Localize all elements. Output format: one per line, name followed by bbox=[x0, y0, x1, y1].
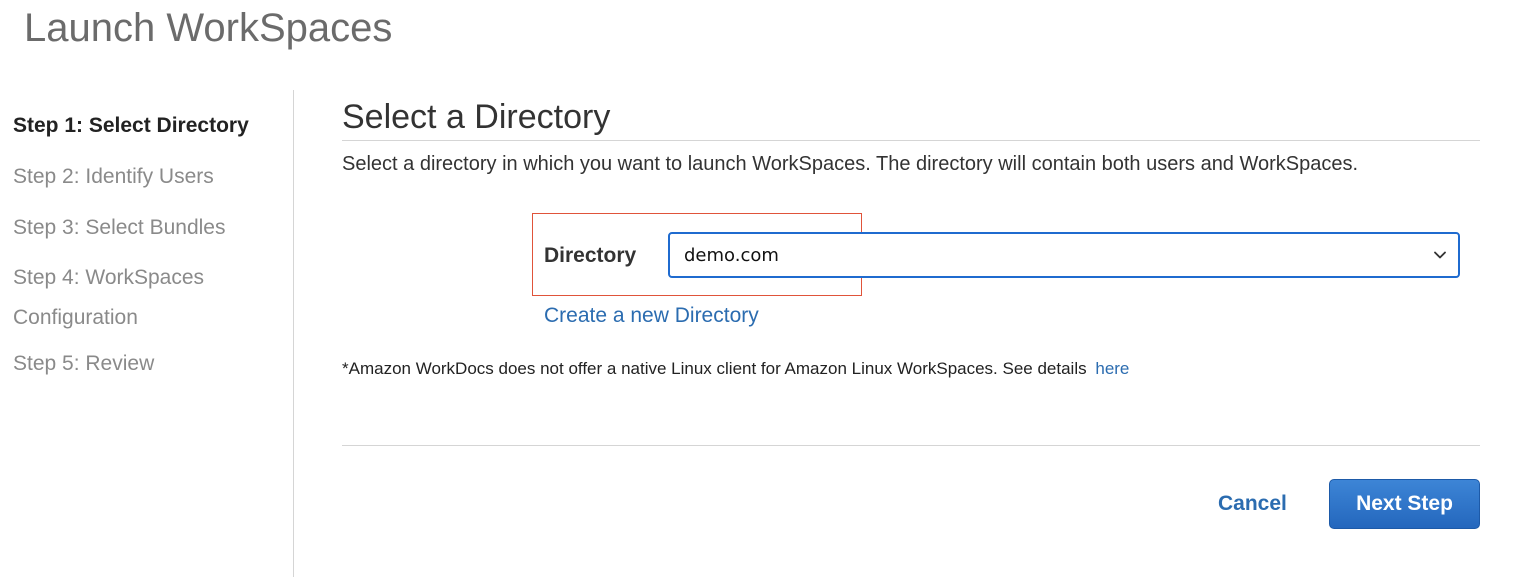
details-here-link[interactable]: here bbox=[1095, 359, 1129, 378]
directory-label: Directory bbox=[544, 244, 637, 267]
step-1-label: Step 1: Select Directory bbox=[13, 114, 249, 137]
launch-workspaces-page: Launch WorkSpaces Step 1: Select Directo… bbox=[0, 0, 1536, 577]
wizard-steps: Step 1: Select Directory Step 2: Identif… bbox=[13, 100, 289, 389]
step-5: Step 5: Review bbox=[13, 338, 289, 389]
step-5-label: Step 5: Review bbox=[13, 352, 155, 375]
step-4-label-line1: Step 4: WorkSpaces bbox=[13, 266, 205, 289]
sidebar-divider bbox=[293, 90, 294, 577]
footer-divider bbox=[342, 445, 1480, 446]
create-directory-link[interactable]: Create a new Directory bbox=[544, 304, 759, 328]
step-3: Step 3: Select Bundles bbox=[13, 202, 289, 253]
workdocs-note-text: *Amazon WorkDocs does not offer a native… bbox=[342, 359, 1087, 378]
page-title: Launch WorkSpaces bbox=[24, 6, 393, 50]
section-title: Select a Directory bbox=[342, 98, 611, 136]
step-2: Step 2: Identify Users bbox=[13, 151, 289, 202]
directory-form-row: Directory demo.com bbox=[544, 232, 1480, 280]
directory-select-value: demo.com bbox=[684, 244, 779, 266]
directory-select[interactable]: demo.com bbox=[668, 232, 1460, 278]
step-4-label-line2: Configuration bbox=[13, 306, 138, 329]
main-content: Select a Directory Select a directory in… bbox=[342, 94, 1480, 529]
section-description: Select a directory in which you want to … bbox=[342, 153, 1359, 175]
step-3-label: Step 3: Select Bundles bbox=[13, 216, 226, 239]
step-2-label: Step 2: Identify Users bbox=[13, 165, 214, 188]
step-4: Step 4: WorkSpaces Configuration bbox=[13, 253, 289, 338]
next-step-button[interactable]: Next Step bbox=[1329, 479, 1480, 529]
step-1: Step 1: Select Directory bbox=[13, 100, 289, 151]
cancel-button[interactable]: Cancel bbox=[1218, 479, 1287, 529]
chevron-down-icon bbox=[1434, 251, 1446, 259]
workdocs-note: *Amazon WorkDocs does not offer a native… bbox=[342, 359, 1129, 379]
title-divider bbox=[342, 140, 1480, 141]
